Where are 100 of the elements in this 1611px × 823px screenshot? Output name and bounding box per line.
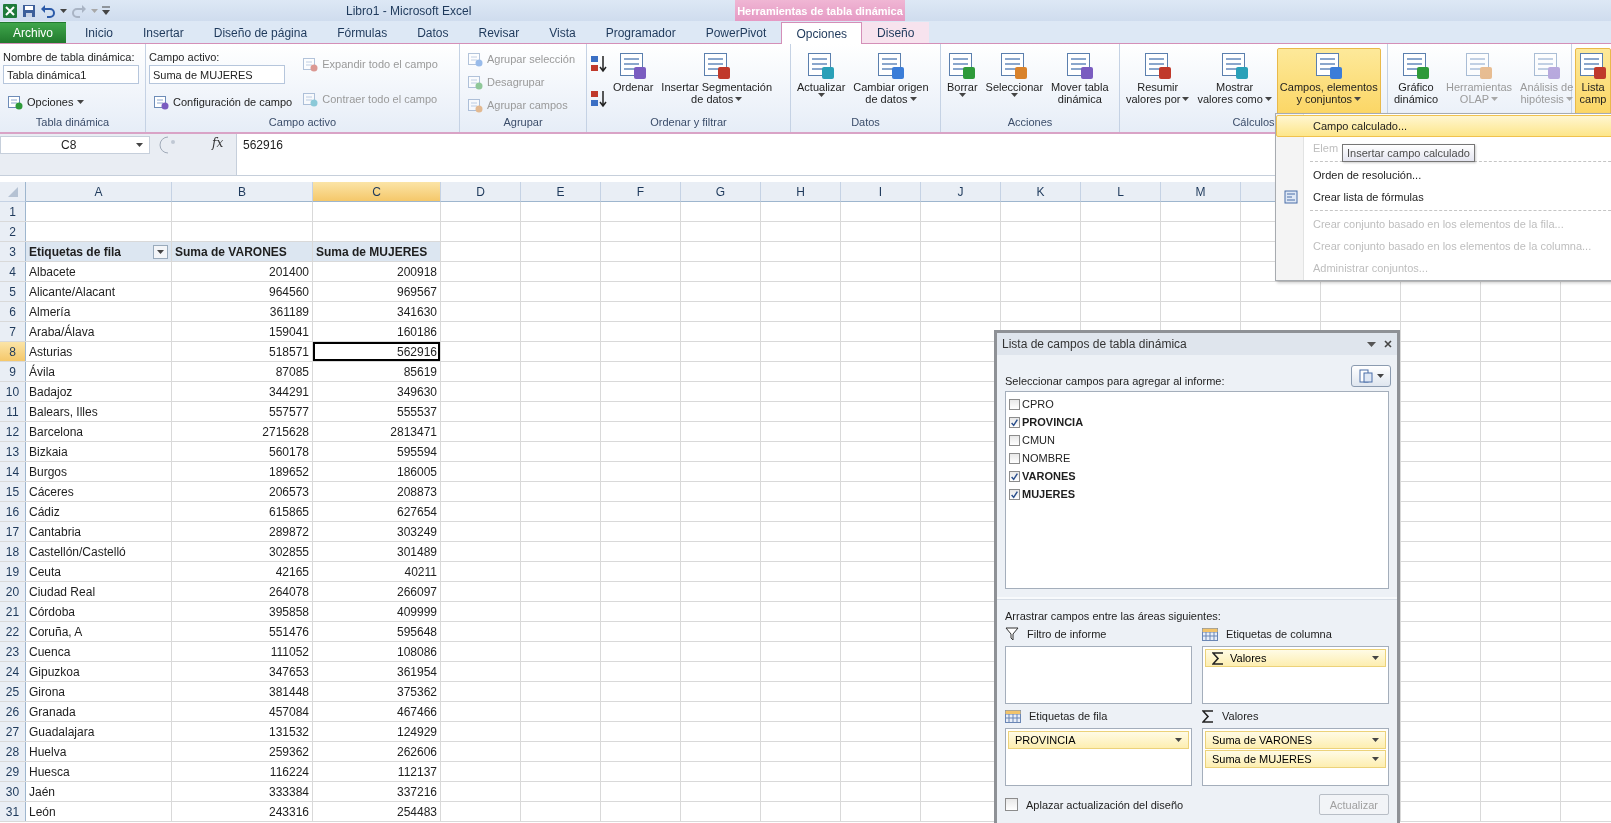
table-cell[interactable]: 159041 <box>172 322 312 341</box>
ribbon-button[interactable]: Resumir valores por <box>1123 48 1193 115</box>
table-cell[interactable]: Balears, Illes <box>26 402 171 421</box>
table-cell[interactable]: Ávila <box>26 362 171 381</box>
table-cell[interactable]: Ciudad Real <box>26 582 171 601</box>
ribbon-tab[interactable]: Opciones <box>781 22 863 44</box>
ribbon-button[interactable]: Actualizar <box>794 48 849 115</box>
table-cell[interactable]: 595594 <box>313 442 440 461</box>
ribbon-tab[interactable]: Programador <box>590 22 691 43</box>
column-header[interactable]: H <box>761 182 841 202</box>
column-header[interactable]: C <box>313 182 441 202</box>
ribbon-tab[interactable]: Diseño de página <box>198 22 323 43</box>
field-label[interactable]: CMUN <box>1022 434 1055 446</box>
table-cell[interactable]: Cuenca <box>26 642 171 661</box>
table-cell[interactable]: León <box>26 802 171 821</box>
table-cell[interactable]: 259362 <box>172 742 312 761</box>
column-header[interactable]: K <box>1001 182 1081 202</box>
checkbox[interactable] <box>1009 416 1020 428</box>
table-cell[interactable]: 337216 <box>313 782 440 801</box>
ribbon-tab[interactable]: PowerPivot <box>690 22 782 43</box>
column-header[interactable]: L <box>1081 182 1161 202</box>
table-cell[interactable]: 375362 <box>313 682 440 701</box>
table-cell[interactable]: Barcelona <box>26 422 171 441</box>
table-cell[interactable]: 560178 <box>172 442 312 461</box>
ribbon-button[interactable]: Insertar Segmentación de datos <box>658 48 776 115</box>
table-cell[interactable]: Cáceres <box>26 482 171 501</box>
checkbox[interactable] <box>1009 398 1020 410</box>
row-header[interactable]: 2 <box>0 222 26 241</box>
table-cell[interactable]: 264078 <box>172 582 312 601</box>
checkbox[interactable] <box>1005 798 1018 811</box>
table-cell[interactable]: 254483 <box>313 802 440 821</box>
row-header[interactable]: 18 <box>0 542 26 561</box>
table-cell[interactable]: Cantabria <box>26 522 171 541</box>
table-cell[interactable]: Burgos <box>26 462 171 481</box>
field-label[interactable]: MUJERES <box>1022 488 1076 500</box>
checkbox[interactable] <box>1009 470 1020 482</box>
row-header[interactable]: 23 <box>0 642 26 661</box>
row-header[interactable]: 15 <box>0 482 26 501</box>
column-header[interactable]: E <box>521 182 601 202</box>
table-cell[interactable]: Alicante/Alacant <box>26 282 171 301</box>
field-label[interactable]: VARONES <box>1022 470 1076 482</box>
table-cell[interactable]: Cádiz <box>26 502 171 521</box>
ribbon-tab[interactable]: Diseño <box>862 22 930 43</box>
menu-item[interactable]: Campo calculado... <box>1276 115 1611 137</box>
table-cell[interactable]: 40211 <box>313 562 440 581</box>
table-cell[interactable]: 627654 <box>313 502 440 521</box>
ribbon-button[interactable]: Ordenar <box>610 48 657 115</box>
table-cell[interactable]: 289872 <box>172 522 312 541</box>
drop-zone[interactable]: Valores <box>1202 646 1389 704</box>
customize-icon[interactable] <box>102 5 110 16</box>
ribbon-tab[interactable]: Datos <box>402 22 464 43</box>
column-header[interactable]: F <box>601 182 681 202</box>
table-cell[interactable]: 964560 <box>172 282 312 301</box>
row-header[interactable]: 30 <box>0 782 26 801</box>
layout-button[interactable] <box>1351 365 1391 387</box>
field-label[interactable]: CPRO <box>1022 398 1054 410</box>
row-header[interactable]: 16 <box>0 502 26 521</box>
row-header[interactable]: 1 <box>0 202 26 221</box>
table-cell[interactable]: 381448 <box>172 682 312 701</box>
checkbox[interactable] <box>1009 488 1020 500</box>
row-header[interactable]: 26 <box>0 702 26 721</box>
row-header[interactable]: 21 <box>0 602 26 621</box>
table-cell[interactable]: 341630 <box>313 302 440 321</box>
field-chip[interactable]: Suma de VARONES <box>1205 731 1386 749</box>
table-cell[interactable]: 200918 <box>313 262 440 281</box>
ribbon-button[interactable]: Seleccionar <box>982 48 1047 115</box>
table-cell[interactable]: 555537 <box>313 402 440 421</box>
row-header[interactable]: 28 <box>0 742 26 761</box>
table-cell[interactable]: 160186 <box>313 322 440 341</box>
table-cell[interactable]: 266097 <box>313 582 440 601</box>
table-cell[interactable]: 302855 <box>172 542 312 561</box>
ribbon-button[interactable]: Opciones <box>3 92 139 112</box>
table-cell[interactable]: 467466 <box>313 702 440 721</box>
table-cell[interactable]: Gipuzkoa <box>26 662 171 681</box>
ribbon-button[interactable]: Cambiar origen de datos <box>850 48 932 115</box>
column-header[interactable]: A <box>26 182 172 202</box>
table-cell[interactable]: 557577 <box>172 402 312 421</box>
ribbon-button[interactable]: Mover tabla dinámica <box>1048 48 1112 115</box>
table-cell[interactable]: 111052 <box>172 642 312 661</box>
table-cell[interactable]: 208873 <box>313 482 440 501</box>
row-header[interactable]: 17 <box>0 522 26 541</box>
column-header[interactable]: M <box>1161 182 1241 202</box>
ribbon-button[interactable]: Configuración de campo <box>149 92 297 112</box>
table-cell[interactable]: 262606 <box>313 742 440 761</box>
table-cell[interactable]: 409999 <box>313 602 440 621</box>
table-cell[interactable]: 186005 <box>313 462 440 481</box>
checkbox[interactable] <box>1009 452 1020 464</box>
table-cell[interactable]: Huesca <box>26 762 171 781</box>
ribbon-button[interactable]: Borrar <box>944 48 981 115</box>
row-header[interactable]: 11 <box>0 402 26 421</box>
field-label[interactable]: PROVINCIA <box>1022 416 1084 428</box>
row-header[interactable]: 5 <box>0 282 26 301</box>
table-cell[interactable]: Bizkaia <box>26 442 171 461</box>
table-cell[interactable]: Ceuta <box>26 562 171 581</box>
table-cell[interactable]: 457084 <box>172 702 312 721</box>
ribbon-button[interactable]: Mostrar valores como <box>1194 48 1275 115</box>
input-field[interactable]: Tabla dinámica1 <box>3 65 139 84</box>
table-cell[interactable]: 349630 <box>313 382 440 401</box>
file-tab[interactable]: Archivo <box>0 22 66 43</box>
row-header[interactable]: 12 <box>0 422 26 441</box>
